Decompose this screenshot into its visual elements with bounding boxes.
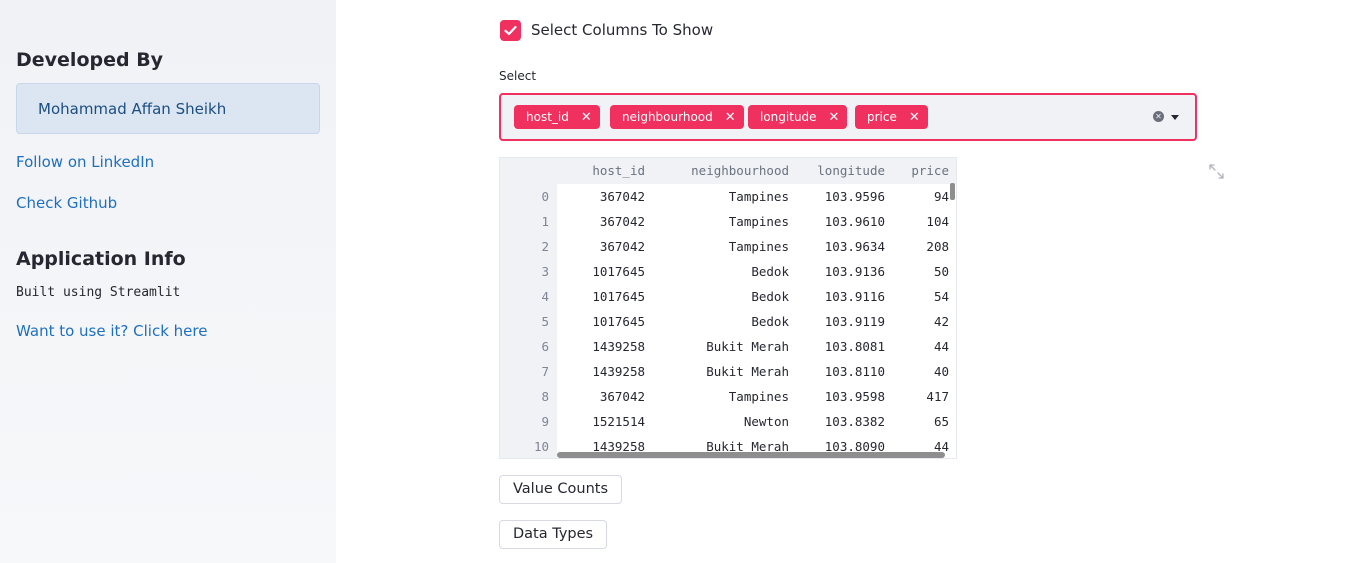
cell-longitude[interactable]: 103.9119 [789,309,885,334]
vertical-scrollbar[interactable] [950,183,955,200]
cell-longitude[interactable]: 103.9598 [789,384,885,409]
chip-neighbourhood[interactable]: neighbourhood ✕ [610,105,744,129]
cell-longitude[interactable]: 103.9596 [789,184,885,209]
cell-price[interactable]: 65 [885,409,949,434]
cell-host-id[interactable]: 367042 [557,234,645,259]
row-index: 1 [541,214,549,229]
cell-longitude[interactable]: 103.8382 [789,409,885,434]
row-index: 8 [541,389,549,404]
cell-host-id[interactable]: 367042 [557,209,645,234]
horizontal-scrollbar[interactable] [557,452,945,458]
cell-neighbourhood[interactable]: Tampines [645,184,789,209]
select-columns-checkbox-row[interactable]: Select Columns To Show [500,19,713,41]
cell-price[interactable]: 44 [885,334,949,359]
chip-label: neighbourhood [622,110,713,124]
clear-icon[interactable]: ✕ [1153,111,1164,122]
column-multiselect[interactable]: host_id ✕ neighbourhood ✕ longitude ✕ pr… [499,93,1197,141]
cell-neighbourhood[interactable]: Newton [645,409,789,434]
cell-neighbourhood[interactable]: Tampines [645,384,789,409]
cell-host-id[interactable]: 1439258 [557,359,645,384]
cell-host-id[interactable]: 367042 [557,384,645,409]
cell-neighbourhood[interactable]: Bedok [645,309,789,334]
developed-by-heading: Developed By [16,49,164,71]
chip-label: price [867,110,897,124]
value-counts-button[interactable]: Value Counts [499,475,623,504]
row-index: 9 [541,414,549,429]
cell-host-id[interactable]: 1521514 [557,409,645,434]
table-header: host_id neighbourhood longitude price [500,158,956,184]
cell-price[interactable]: 104 [885,209,949,234]
checkbox-label: Select Columns To Show [531,21,714,39]
close-icon[interactable]: ✕ [725,110,744,125]
close-icon[interactable]: ✕ [829,110,848,125]
linkedin-link[interactable]: Follow on LinkedIn [16,153,154,171]
close-icon[interactable]: ✕ [909,110,928,125]
cell-neighbourhood[interactable]: Tampines [645,234,789,259]
cell-price[interactable]: 42 [885,309,949,334]
cell-host-id[interactable]: 1017645 [557,309,645,334]
row-index: 7 [541,364,549,379]
cell-neighbourhood[interactable]: Tampines [645,209,789,234]
application-info-heading: Application Info [16,248,186,270]
cell-longitude[interactable]: 103.8081 [789,334,885,359]
cell-neighbourhood[interactable]: Bukit Merah [645,334,789,359]
chip-label: host_id [526,110,569,124]
chip-longitude[interactable]: longitude ✕ [748,105,848,129]
check-icon [504,25,517,35]
cell-longitude[interactable]: 103.9116 [789,284,885,309]
cell-price[interactable]: 50 [885,259,949,284]
cell-price[interactable]: 54 [885,284,949,309]
select-columns-checkbox[interactable] [500,19,521,41]
row-index: 5 [541,314,549,329]
select-label: Select [499,69,537,83]
row-index: 6 [541,339,549,354]
cell-host-id[interactable]: 1439258 [557,334,645,359]
row-index: 10 [533,439,549,454]
row-index: 4 [541,289,549,304]
cell-price[interactable]: 94 [885,184,949,209]
developer-name-box: Mohammad Affan Sheikh [16,83,320,134]
cell-longitude[interactable]: 103.9610 [789,209,885,234]
cell-price[interactable]: 208 [885,234,949,259]
cell-neighbourhood[interactable]: Bukit Merah [645,359,789,384]
cell-neighbourhood[interactable]: Bedok [645,259,789,284]
github-link[interactable]: Check Github [16,194,117,212]
cell-host-id[interactable]: 1017645 [557,284,645,309]
header-host-id[interactable]: host_id [557,158,645,184]
built-using-text: Built using Streamlit [16,285,181,300]
cell-price[interactable]: 40 [885,359,949,384]
cell-neighbourhood[interactable]: Bedok [645,284,789,309]
chip-label: longitude [760,110,817,124]
header-neighbourhood[interactable]: neighbourhood [645,158,789,184]
dataframe[interactable]: host_id neighbourhood longitude price 03… [499,157,957,459]
header-price[interactable]: price [885,158,949,184]
cell-price[interactable]: 417 [885,384,949,409]
row-index: 0 [541,189,549,204]
use-it-link[interactable]: Want to use it? Click here [16,322,207,340]
cell-longitude[interactable]: 103.9136 [789,259,885,284]
sidebar: Developed By Mohammad Affan Sheikh Follo… [0,0,336,563]
row-index: 3 [541,264,549,279]
cell-longitude[interactable]: 103.8110 [789,359,885,384]
close-icon[interactable]: ✕ [581,110,600,125]
data-types-button[interactable]: Data Types [499,520,608,549]
cell-longitude[interactable]: 103.9634 [789,234,885,259]
row-index: 2 [541,239,549,254]
cell-host-id[interactable]: 367042 [557,184,645,209]
cell-host-id[interactable]: 1017645 [557,259,645,284]
chip-price[interactable]: price ✕ [855,105,928,129]
chevron-down-icon[interactable] [1171,115,1179,120]
expand-icon[interactable] [1209,164,1224,179]
header-longitude[interactable]: longitude [789,158,885,184]
chip-host-id[interactable]: host_id ✕ [514,105,600,129]
